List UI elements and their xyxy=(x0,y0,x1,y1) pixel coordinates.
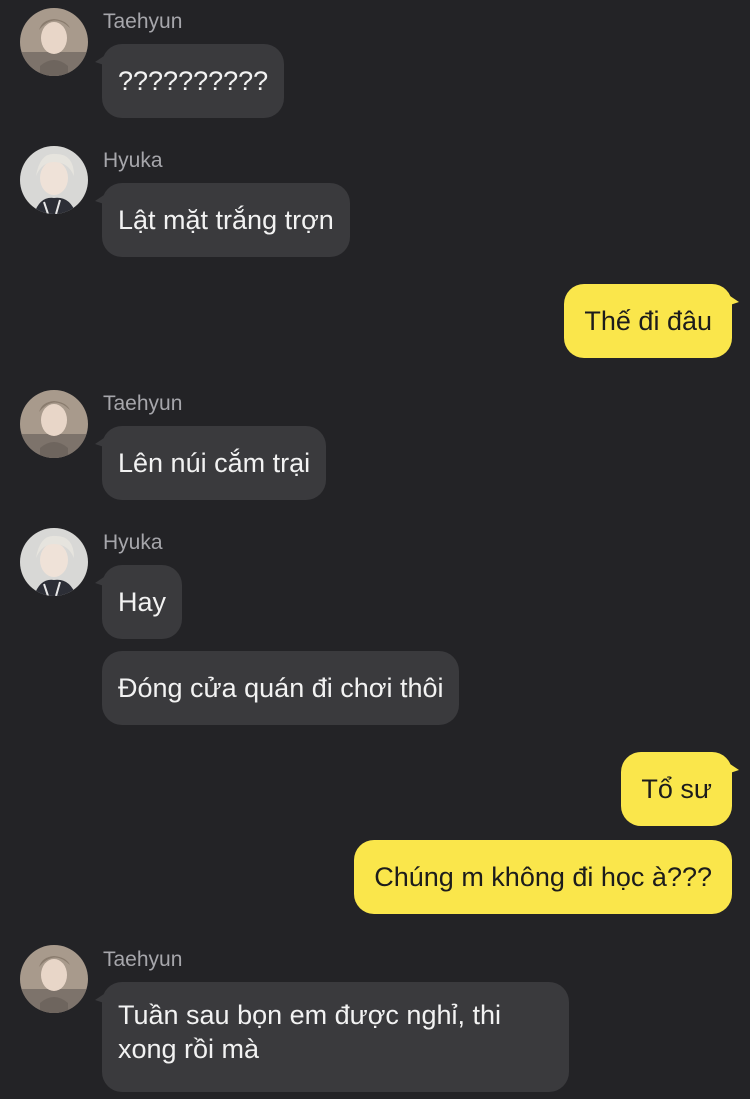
sender-name: Hyuka xyxy=(103,149,163,172)
message-text: Chúng m không đi học à??? xyxy=(374,862,712,892)
message-text: Hay xyxy=(118,587,167,617)
message-bubble[interactable]: Lên núi cắm trại xyxy=(94,426,327,500)
message-bubble[interactable]: ?????????? xyxy=(94,44,285,118)
sender-name: Taehyun xyxy=(103,10,183,33)
message-text: Tổ sư xyxy=(641,774,712,804)
taehyun-avatar[interactable] xyxy=(20,8,88,76)
sender-name: Hyuka xyxy=(103,531,163,554)
message-text: Lật mặt trắng trợn xyxy=(118,205,334,235)
hyuka-avatar[interactable] xyxy=(20,146,88,214)
sender-name: Taehyun xyxy=(103,948,183,971)
message-bubble[interactable]: Đóng cửa quán đi chơi thôi xyxy=(102,651,460,725)
message-text: Đóng cửa quán đi chơi thôi xyxy=(118,673,444,703)
outgoing-message-bubble[interactable]: Thế đi đâu xyxy=(564,284,739,358)
sender-name: Taehyun xyxy=(103,392,183,415)
message-bubble[interactable]: Tuần sau bọn em được nghỉ, thi xong rồi … xyxy=(95,982,569,1092)
taehyun-avatar[interactable] xyxy=(20,390,88,458)
outgoing-message-bubble[interactable]: Tổ sư xyxy=(621,752,739,826)
message-text-line: Tuần sau bọn em được nghỉ, thi xyxy=(118,1000,501,1030)
message-bubble[interactable]: Lật mặt trắng trợn xyxy=(95,183,350,257)
message-text: Lên núi cắm trại xyxy=(118,448,311,478)
message-text: ?????????? xyxy=(118,66,269,96)
hyuka-avatar[interactable] xyxy=(20,528,88,596)
message-bubble[interactable]: Hay xyxy=(94,565,183,639)
message-text-line: xong rồi mà xyxy=(118,1034,260,1064)
message-text: Thế đi đâu xyxy=(584,306,712,336)
taehyun-avatar[interactable] xyxy=(20,945,88,1013)
chat-thread[interactable]: Taehyun ?????????? Hyuka Lật mặt trắng t… xyxy=(0,0,750,1099)
outgoing-message-bubble[interactable]: Chúng m không đi học à??? xyxy=(354,840,732,914)
